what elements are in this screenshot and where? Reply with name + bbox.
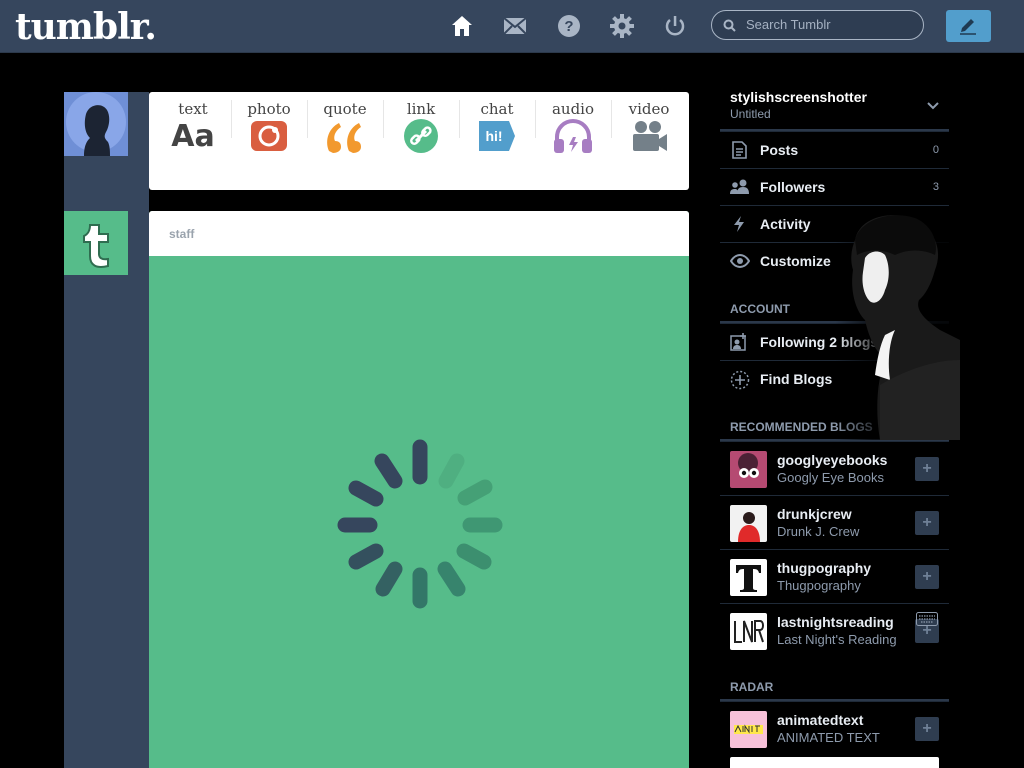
keyboard-icon bbox=[916, 612, 938, 626]
follow-plus-button[interactable]: + bbox=[915, 511, 939, 535]
chat-icon: hi! bbox=[479, 121, 515, 151]
blog-avatar bbox=[730, 451, 767, 488]
post-type-label: quote bbox=[323, 100, 367, 118]
compose-button[interactable] bbox=[946, 10, 991, 42]
loading-spinner-icon bbox=[337, 439, 503, 609]
sidebar-item-label: Customize bbox=[760, 253, 831, 269]
sidebar-item-label: Find Blogs bbox=[760, 371, 833, 387]
power-icon[interactable] bbox=[663, 14, 687, 38]
post-type-label: link bbox=[406, 100, 436, 118]
blog-name[interactable]: drunkjcrew bbox=[777, 506, 852, 522]
home-icon[interactable] bbox=[450, 14, 474, 38]
radar-blog-item[interactable]: animatedtext ANIMATED TEXT + bbox=[720, 701, 949, 756]
svg-text:hi!: hi! bbox=[485, 128, 502, 144]
tumblr-logo[interactable]: tumblr. bbox=[15, 6, 157, 48]
post-type-label: photo bbox=[247, 100, 291, 118]
headphones-icon bbox=[554, 119, 592, 153]
pencil-icon bbox=[960, 19, 976, 35]
blog-name[interactable]: animatedtext bbox=[777, 712, 863, 728]
dashboard-left-column bbox=[64, 92, 149, 768]
search-box[interactable] bbox=[711, 10, 924, 40]
blog-title: Thugpography bbox=[777, 578, 861, 593]
link-icon bbox=[404, 119, 438, 153]
svg-text:Aa: Aa bbox=[171, 119, 214, 153]
radar-post-preview[interactable] bbox=[730, 757, 939, 768]
search-icon bbox=[723, 19, 736, 32]
text-aa-icon: Aa bbox=[171, 119, 214, 153]
svg-text:?: ? bbox=[564, 18, 573, 35]
mail-icon[interactable] bbox=[503, 14, 527, 38]
find-blogs-icon bbox=[730, 370, 750, 390]
sidebar-item-label: Followers bbox=[760, 179, 826, 195]
blog-switcher[interactable]: stylishscreenshotter Untitled bbox=[720, 84, 949, 129]
recommended-blog-item[interactable]: lastnightsreading Last Night's Reading + bbox=[720, 603, 949, 658]
top-navigation-bar: tumblr. ? bbox=[0, 0, 1024, 53]
post-type-label: text bbox=[178, 100, 208, 118]
chevron-down-icon bbox=[927, 102, 939, 110]
video-camera-icon bbox=[633, 121, 667, 151]
activity-icon bbox=[734, 216, 744, 232]
post-type-quote[interactable]: quote bbox=[307, 100, 383, 153]
staff-avatar[interactable] bbox=[64, 211, 128, 275]
post-type-link[interactable]: link bbox=[383, 100, 459, 153]
follow-plus-button[interactable]: + bbox=[915, 565, 939, 589]
blog-avatar bbox=[730, 505, 767, 542]
post-type-label: chat bbox=[480, 100, 514, 118]
help-icon[interactable]: ? bbox=[557, 14, 581, 38]
followers-icon bbox=[730, 179, 749, 194]
user-avatar[interactable] bbox=[64, 92, 128, 156]
blog-name[interactable]: lastnightsreading bbox=[777, 614, 894, 630]
blog-title: Last Night's Reading bbox=[777, 632, 897, 647]
recommended-blog-item[interactable]: drunkjcrew Drunk J. Crew + bbox=[720, 495, 949, 550]
blog-title: Googly Eye Books bbox=[777, 470, 884, 485]
search-input[interactable] bbox=[744, 16, 918, 33]
follow-plus-button[interactable]: + bbox=[915, 717, 939, 741]
post-author[interactable]: staff bbox=[169, 227, 194, 241]
sidebar-item-count: 0 bbox=[932, 144, 939, 156]
post-type-selector: text Aa photo quote link chat hi! audio … bbox=[149, 92, 689, 190]
camera-icon bbox=[251, 121, 287, 151]
staff-post: staff bbox=[149, 211, 689, 768]
account-section-heading: ACCOUNT bbox=[730, 302, 790, 316]
post-type-text[interactable]: text Aa bbox=[155, 100, 231, 153]
blog-name[interactable]: googlyeyebooks bbox=[777, 452, 887, 468]
blog-subtitle: Untitled bbox=[730, 107, 771, 121]
blog-avatar bbox=[730, 711, 767, 748]
sidebar-item-label: Posts bbox=[760, 142, 799, 158]
eye-icon bbox=[730, 253, 750, 269]
recommended-blog-item[interactable]: googlyeyebooks Googly Eye Books + bbox=[720, 441, 949, 496]
follow-plus-button[interactable]: + bbox=[915, 457, 939, 481]
following-icon bbox=[730, 333, 746, 351]
blog-name: stylishscreenshotter bbox=[730, 89, 867, 105]
blog-avatar bbox=[730, 613, 767, 650]
blog-title: ANIMATED TEXT bbox=[777, 730, 880, 745]
sidebar-item-posts[interactable]: Posts 0 bbox=[720, 131, 949, 168]
person-photo-overlay bbox=[835, 210, 960, 440]
tumblr-t-icon bbox=[83, 224, 109, 268]
user-silhouette-icon bbox=[66, 92, 126, 156]
blog-avatar bbox=[730, 559, 767, 596]
post-type-label: audio bbox=[551, 100, 595, 118]
sidebar-item-count: 3 bbox=[932, 181, 939, 193]
quote-icon bbox=[327, 123, 361, 153]
posts-icon bbox=[732, 141, 747, 159]
post-type-video[interactable]: video bbox=[611, 100, 687, 153]
blog-title: Drunk J. Crew bbox=[777, 524, 860, 539]
post-type-audio[interactable]: audio bbox=[535, 100, 611, 153]
recommended-blog-item[interactable]: thugpography Thugpography + bbox=[720, 549, 949, 604]
post-type-photo[interactable]: photo bbox=[231, 100, 307, 153]
post-type-chat[interactable]: chat hi! bbox=[459, 100, 535, 153]
gear-icon[interactable] bbox=[610, 14, 634, 38]
sidebar-item-followers[interactable]: Followers 3 bbox=[720, 168, 949, 205]
blog-name[interactable]: thugpography bbox=[777, 560, 871, 576]
post-header: staff bbox=[149, 211, 689, 256]
post-type-label: video bbox=[628, 100, 670, 118]
sidebar-item-label: Activity bbox=[760, 216, 811, 232]
radar-heading: RADAR bbox=[730, 680, 774, 694]
